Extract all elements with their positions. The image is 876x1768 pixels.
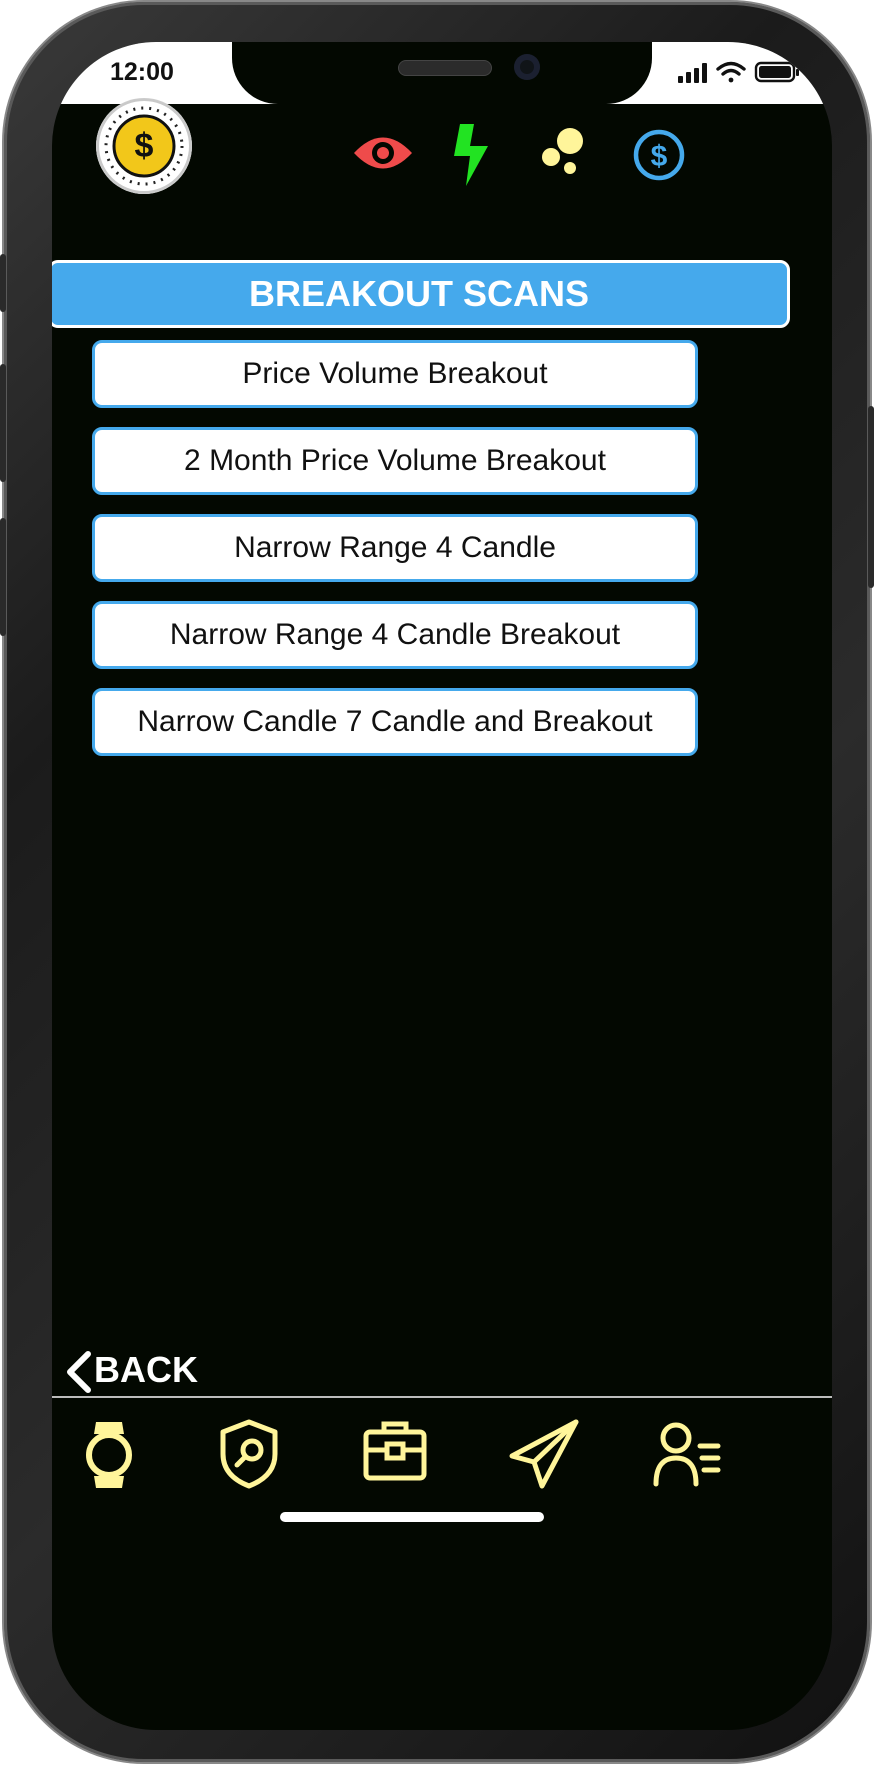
wifi-icon <box>716 61 746 83</box>
tab-bar <box>52 1398 832 1518</box>
scan-item-narrow-candle-7-candle-and-breakout[interactable]: Narrow Candle 7 Candle and Breakout <box>92 688 698 756</box>
scan-list: Price Volume Breakout 2 Month Price Volu… <box>92 340 698 775</box>
lightning-icon[interactable] <box>452 122 492 188</box>
volume-up-button <box>0 364 6 482</box>
home-indicator[interactable] <box>280 1512 544 1522</box>
svg-text:$: $ <box>135 127 154 165</box>
dollar-coin-icon: $ <box>97 99 191 193</box>
scan-item-narrow-range-4-candle[interactable]: Narrow Range 4 Candle <box>92 514 698 582</box>
back-label: BACK <box>94 1349 198 1390</box>
status-time: 12:00 <box>110 58 174 86</box>
watch-icon[interactable] <box>82 1418 136 1492</box>
chevron-left-icon <box>67 1351 91 1394</box>
speaker <box>398 60 492 76</box>
user-list-icon[interactable] <box>652 1418 722 1488</box>
scan-item-narrow-range-4-candle-breakout[interactable]: Narrow Range 4 Candle Breakout <box>92 601 698 669</box>
scan-item-2-month-price-volume-breakout[interactable]: 2 Month Price Volume Breakout <box>92 427 698 495</box>
volume-down-button <box>0 518 6 636</box>
briefcase-icon[interactable] <box>362 1418 428 1484</box>
section-title: BREAKOUT SCANS <box>52 260 790 328</box>
front-camera <box>514 54 540 80</box>
bubbles-icon[interactable] <box>540 126 590 176</box>
paper-plane-icon[interactable] <box>508 1418 580 1490</box>
shield-search-icon[interactable] <box>218 1418 280 1490</box>
phone-frame: 12:00 $ $ BREAKOUT SCANS Price Volume Br… <box>0 2 874 1762</box>
power-button <box>868 406 874 588</box>
back-button[interactable]: BACK <box>64 1346 198 1394</box>
screen: 12:00 $ $ BREAKOUT SCANS Price Volume Br… <box>52 42 832 1730</box>
system-status-icons <box>678 61 799 83</box>
signal-icon <box>678 63 707 83</box>
scan-item-price-volume-breakout[interactable]: Price Volume Breakout <box>92 340 698 408</box>
status-bar: 12:00 <box>52 42 832 104</box>
dollar-circle-icon[interactable]: $ <box>632 128 686 182</box>
mute-switch <box>0 254 6 312</box>
eye-icon[interactable] <box>352 132 414 174</box>
app-logo[interactable]: $ <box>96 98 192 194</box>
svg-text:$: $ <box>651 140 668 173</box>
battery-icon <box>754 61 799 83</box>
